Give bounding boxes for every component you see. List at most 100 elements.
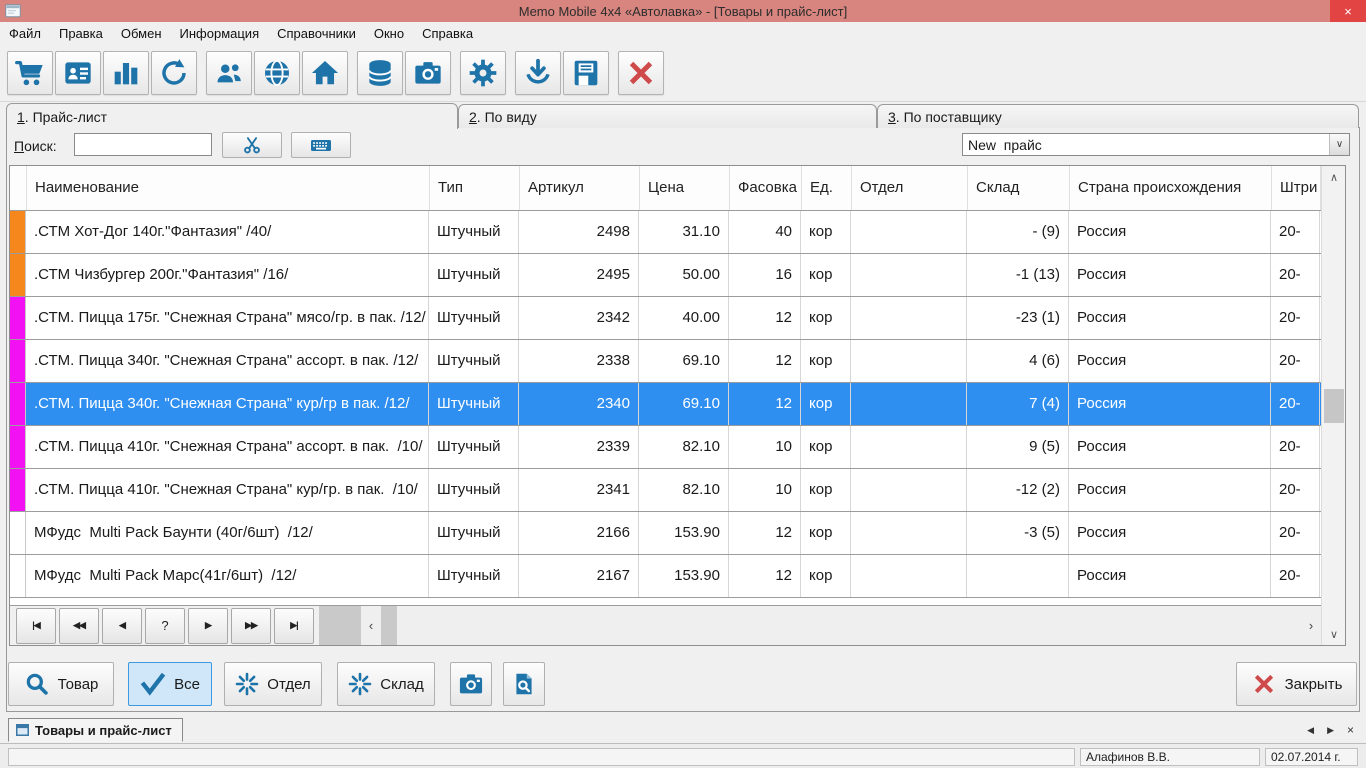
globe-button[interactable] — [254, 51, 300, 95]
photo-button[interactable] — [450, 662, 492, 706]
filter-all-button[interactable]: Все — [128, 662, 212, 706]
cell-stock: 7 (4) — [967, 383, 1069, 425]
mdi-prev-icon[interactable]: ◀ — [1307, 725, 1314, 736]
column-header[interactable]: Ед. — [802, 166, 852, 210]
menu-item[interactable]: Справка — [413, 24, 482, 43]
cell-article: 2341 — [519, 469, 639, 511]
settings-button[interactable] — [460, 51, 506, 95]
menu-item[interactable]: Справочники — [268, 24, 365, 43]
row-color-indicator — [10, 383, 26, 425]
scroll-right-icon[interactable]: › — [1301, 618, 1321, 633]
nav-next-button[interactable]: ▶ — [188, 608, 228, 644]
scroll-up-icon[interactable]: ∧ — [1322, 166, 1346, 188]
database-button[interactable] — [357, 51, 403, 95]
cell-article: 2498 — [519, 211, 639, 253]
column-header[interactable]: Отдел — [852, 166, 968, 210]
filter-dept-button[interactable]: Отдел — [224, 662, 322, 706]
vertical-scroll-thumb[interactable] — [1324, 389, 1344, 423]
table-header-row: НаименованиеТипАртикулЦенаФасовкаЕд.Отде… — [10, 166, 1321, 210]
table-row[interactable]: .СТМ. Пицца 340г. "Снежная Страна" ассор… — [10, 339, 1321, 382]
column-header[interactable]: Артикул — [520, 166, 640, 210]
document-search-button[interactable] — [503, 662, 545, 706]
table-row[interactable]: .СТМ. Пицца 340г. "Снежная Страна" кур/г… — [10, 382, 1321, 425]
import-button[interactable] — [515, 51, 561, 95]
cell-stock: - (9) — [967, 211, 1069, 253]
download-icon — [522, 57, 554, 89]
filter-all-label: Все — [174, 676, 200, 693]
scroll-down-icon[interactable]: ∨ — [1322, 623, 1346, 645]
nav-prior-button[interactable]: ◀ — [102, 608, 142, 644]
search-label: Поиск: — [14, 138, 57, 154]
column-header[interactable]: Фасовка — [730, 166, 802, 210]
cell-price: 31.10 — [639, 211, 729, 253]
search-input[interactable] — [74, 133, 212, 156]
recycle-button[interactable] — [151, 51, 197, 95]
column-header[interactable]: Цена — [640, 166, 730, 210]
title-bar: Memo Mobile 4x4 «Автолавка» - [Товары и … — [0, 0, 1366, 22]
camera-button[interactable] — [405, 51, 451, 95]
menu-item[interactable]: Файл — [0, 24, 50, 43]
cell-pack: 12 — [729, 297, 801, 339]
mdi-next-icon[interactable]: ▶ — [1327, 725, 1334, 736]
cell-unit: кор — [801, 469, 851, 511]
filter-stock-button[interactable]: Склад — [337, 662, 435, 706]
delete-button[interactable] — [618, 51, 664, 95]
close-form-button[interactable]: Закрыть — [1236, 662, 1357, 706]
users-button[interactable] — [206, 51, 252, 95]
reports-button[interactable] — [103, 51, 149, 95]
window-close-button[interactable]: × — [1330, 0, 1366, 22]
cell-unit: кор — [801, 254, 851, 296]
magnifier-icon — [24, 671, 50, 697]
column-header[interactable]: Штри — [1272, 166, 1321, 210]
vertical-scrollbar[interactable]: ∧ ∨ — [1321, 166, 1345, 645]
contacts-button[interactable] — [55, 51, 101, 95]
horizontal-scrollbar[interactable]: ‹ › — [361, 606, 1321, 645]
nav-locate-button[interactable]: ? — [145, 608, 185, 644]
cell-barcode: 20- — [1271, 512, 1320, 554]
keyboard-button[interactable] — [291, 132, 351, 158]
mdi-tab-goods-price-list[interactable]: Товары и прайс-лист — [8, 718, 183, 742]
column-header[interactable]: Наименование — [27, 166, 430, 210]
product-search-button[interactable]: Товар — [8, 662, 114, 706]
price-list-select[interactable]: New прайс ∨ — [962, 133, 1350, 156]
nav-next-page-button[interactable]: ▶▶ — [231, 608, 271, 644]
goods-button[interactable] — [7, 51, 53, 95]
nav-prior-page-button[interactable]: ◀◀ — [59, 608, 99, 644]
column-header[interactable]: Страна происхождения — [1070, 166, 1272, 210]
save-button[interactable] — [563, 51, 609, 95]
table-row[interactable]: .СТМ Хот-Дог 140г."Фантазия" /40/Штучный… — [10, 210, 1321, 253]
menu-item[interactable]: Правка — [50, 24, 112, 43]
mdi-close-icon[interactable]: × — [1347, 723, 1354, 737]
tab-by-supplier[interactable]: 3. По поставщику — [877, 104, 1359, 128]
close-x-icon — [1251, 671, 1277, 697]
status-date-panel: 02.07.2014 г. — [1265, 748, 1358, 766]
table-row[interactable]: МФудс Multi Pack Баунти (40г/6шт) /12/Шт… — [10, 511, 1321, 554]
menu-item[interactable]: Информация — [171, 24, 269, 43]
chevron-down-icon[interactable]: ∨ — [1329, 134, 1349, 155]
document-magnifier-icon — [511, 671, 537, 697]
tab-by-kind[interactable]: 2. По виду — [458, 104, 877, 128]
menu-item[interactable]: Окно — [365, 24, 413, 43]
table-row[interactable]: .СТМ Чизбургер 200г."Фантазия" /16/Штучн… — [10, 253, 1321, 296]
column-header[interactable]: Склад — [968, 166, 1070, 210]
table-row[interactable]: МФудс Multi Pack Марс(41г/6шт) /12/Штучн… — [10, 554, 1321, 597]
bar-chart-icon — [110, 57, 142, 89]
row-color-indicator — [10, 254, 26, 296]
cell-stock: -23 (1) — [967, 297, 1069, 339]
scroll-left-icon[interactable]: ‹ — [361, 618, 381, 633]
column-header[interactable]: Тип — [430, 166, 520, 210]
cell-dept — [851, 254, 967, 296]
menu-item[interactable]: Обмен — [112, 24, 171, 43]
nav-first-button[interactable]: |◀ — [16, 608, 56, 644]
tab-price-list[interactable]: 1. Прайс-лист — [6, 103, 458, 129]
cell-article: 2339 — [519, 426, 639, 468]
cut-button[interactable] — [222, 132, 282, 158]
horizontal-scroll-thumb[interactable] — [381, 606, 397, 645]
table-row[interactable]: .СТМ. Пицца 175г. "Снежная Страна" мясо/… — [10, 296, 1321, 339]
table-row[interactable]: .СТМ. Пицца 410г. "Снежная Страна" кур/г… — [10, 468, 1321, 511]
home-button[interactable] — [302, 51, 348, 95]
users-icon — [214, 58, 244, 88]
nav-last-button[interactable]: ▶| — [274, 608, 314, 644]
cell-country: Россия — [1069, 211, 1271, 253]
table-row[interactable]: .СТМ. Пицца 410г. "Снежная Страна" ассор… — [10, 425, 1321, 468]
